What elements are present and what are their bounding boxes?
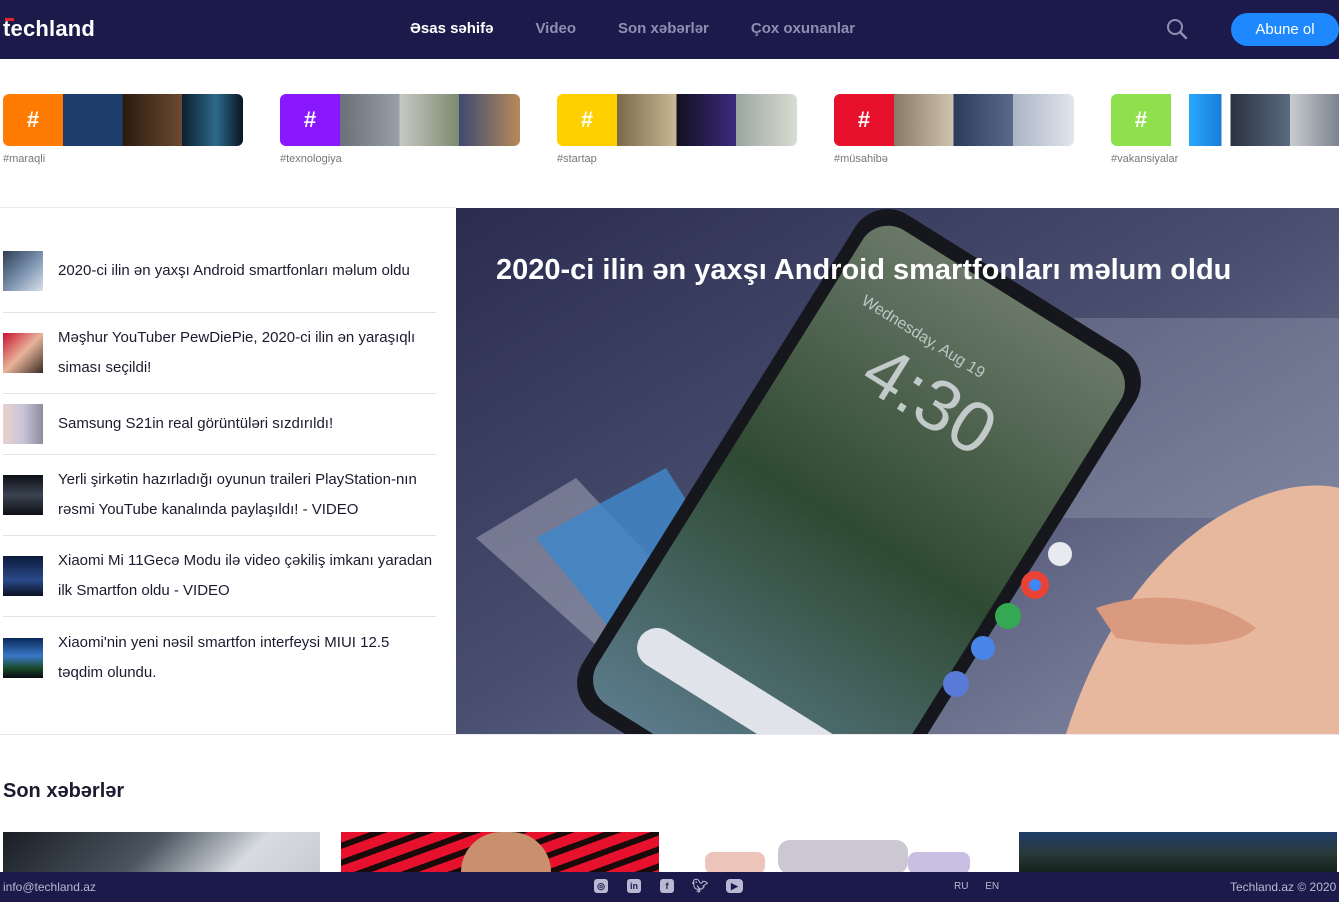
news-thumbnail[interactable] xyxy=(3,637,43,678)
twitter-icon[interactable]: 🐦︎ xyxy=(692,878,709,893)
linkedin-icon[interactable]: in xyxy=(627,879,641,893)
divider xyxy=(0,207,456,208)
nav-item-video[interactable]: Video xyxy=(535,20,576,37)
hashtag-icon: # xyxy=(3,94,63,146)
site-header: techland Əsas səhifə Video Son xəbərlər … xyxy=(0,0,1339,59)
category-label[interactable]: #startap xyxy=(557,153,797,165)
news-title[interactable]: Xiaomi Mi 11Gecə Modu ilə video çəkiliş … xyxy=(58,546,436,606)
language-switcher: RU EN xyxy=(954,881,1013,892)
news-card-image[interactable] xyxy=(680,832,998,874)
news-card-image[interactable] xyxy=(3,832,320,874)
instagram-icon[interactable]: ◎ xyxy=(594,879,608,893)
card-face xyxy=(461,832,551,874)
news-thumbnail[interactable] xyxy=(3,251,43,291)
category-card-texnologiya[interactable]: # #texnologiya xyxy=(280,94,520,165)
news-thumbnail[interactable] xyxy=(3,404,43,444)
nav-item-latest-news[interactable]: Son xəbərlər xyxy=(618,20,709,37)
news-card-image[interactable] xyxy=(1019,832,1337,874)
youtube-icon[interactable]: ▶ xyxy=(726,879,743,893)
category-images xyxy=(617,94,797,146)
list-item[interactable]: Məşhur YouTuber PewDiePie, 2020-ci ilin … xyxy=(3,313,436,394)
card-phone xyxy=(908,852,970,874)
contact-email[interactable]: info@techland.az xyxy=(3,880,96,894)
hero-feature[interactable]: 4:30 Wednesday, Aug 19 2020-ci ilin ən y… xyxy=(456,208,1339,734)
hero-title[interactable]: 2020-ci ilin ən yaxşı Android smartfonla… xyxy=(496,250,1296,290)
list-item[interactable]: Xiaomi'nin yeni nəsil smartfon interfeys… xyxy=(3,617,436,698)
hashtag-icon: # xyxy=(557,94,617,146)
category-card-startap[interactable]: # #startap xyxy=(557,94,797,165)
hashtag-icon: # xyxy=(1111,94,1171,146)
nav-item-home[interactable]: Əsas səhifə xyxy=(410,20,493,37)
category-images xyxy=(1171,94,1339,146)
subscribe-button[interactable]: Abune ol xyxy=(1231,13,1339,46)
category-label[interactable]: #müsahibə xyxy=(834,153,1074,165)
language-en[interactable]: EN xyxy=(985,881,999,892)
category-card-vakansiyalar[interactable]: # #vakansiyalar xyxy=(1111,94,1339,165)
site-logo[interactable]: techland xyxy=(3,16,95,42)
list-item[interactable]: Xiaomi Mi 11Gecə Modu ilə video çəkiliş … xyxy=(3,536,436,617)
divider xyxy=(0,734,1339,735)
category-strip: # #maraqli # #texnologiya # #startap # #… xyxy=(0,94,1339,174)
facebook-icon[interactable]: f xyxy=(660,879,674,893)
news-thumbnail[interactable] xyxy=(3,475,43,515)
card-phone xyxy=(778,840,908,874)
section-title-latest-news: Son xəbərlər xyxy=(3,780,125,802)
list-item[interactable]: 2020-ci ilin ən yaxşı Android smartfonla… xyxy=(3,232,436,313)
category-images xyxy=(894,94,1074,146)
news-title[interactable]: Yerli şirkətin hazırladığı oyunun traile… xyxy=(58,465,436,525)
category-label[interactable]: #maraqli xyxy=(3,153,243,165)
news-card-image[interactable] xyxy=(341,832,659,874)
hashtag-icon: # xyxy=(280,94,340,146)
category-card-maraqli[interactable]: # #maraqli xyxy=(3,94,243,165)
logo-accent xyxy=(5,18,14,21)
site-footer: info@techland.az ◎ in f 🐦︎ ▶ RU EN Techl… xyxy=(0,872,1339,902)
news-list: 2020-ci ilin ən yaxşı Android smartfonla… xyxy=(3,232,436,698)
category-images xyxy=(63,94,243,146)
news-title[interactable]: Məşhur YouTuber PewDiePie, 2020-ci ilin … xyxy=(58,323,436,383)
category-label[interactable]: #texnologiya xyxy=(280,153,520,165)
list-item[interactable]: Samsung S21in real görüntüləri sızdırıld… xyxy=(3,394,436,455)
main-nav: Əsas səhifə Video Son xəbərlər Çox oxuna… xyxy=(410,20,897,37)
copyright: Techland.az © 2020 xyxy=(1230,880,1337,894)
category-images xyxy=(340,94,520,146)
nav-item-most-read[interactable]: Çox oxunanlar xyxy=(751,20,855,37)
card-phone xyxy=(705,852,765,874)
category-label[interactable]: #vakansiyalar xyxy=(1111,153,1339,165)
list-item[interactable]: Yerli şirkətin hazırladığı oyunun traile… xyxy=(3,455,436,536)
news-title[interactable]: Xiaomi'nin yeni nəsil smartfon interfeys… xyxy=(58,628,436,688)
language-ru[interactable]: RU xyxy=(954,881,968,892)
social-links: ◎ in f 🐦︎ ▶ xyxy=(594,878,743,893)
category-card-musahibe[interactable]: # #müsahibə xyxy=(834,94,1074,165)
news-thumbnail[interactable] xyxy=(3,333,43,373)
hashtag-icon: # xyxy=(834,94,894,146)
search-icon[interactable] xyxy=(1166,18,1188,40)
news-thumbnail[interactable] xyxy=(3,556,43,596)
news-title[interactable]: 2020-ci ilin ən yaxşı Android smartfonla… xyxy=(58,256,410,286)
news-title[interactable]: Samsung S21in real görüntüləri sızdırıld… xyxy=(58,409,333,439)
